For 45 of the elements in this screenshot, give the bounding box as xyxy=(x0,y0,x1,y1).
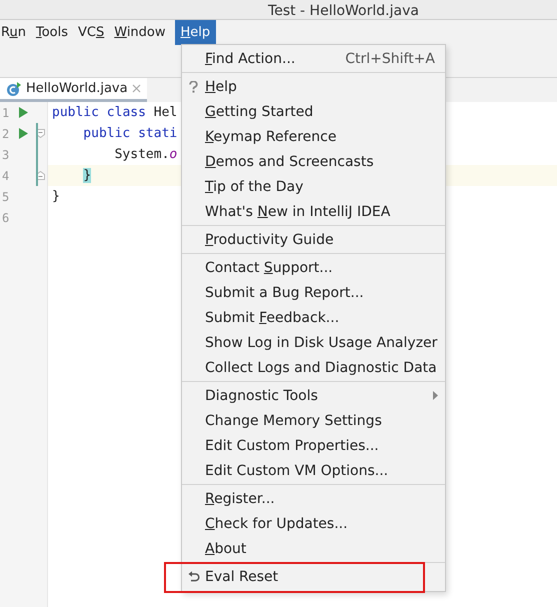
menu-item[interactable]: Check for Updates... xyxy=(182,511,445,536)
run-icon[interactable] xyxy=(19,128,28,139)
menu-item[interactable]: Contact Support... xyxy=(182,255,445,280)
menu-item[interactable]: Collect Logs and Diagnostic Data xyxy=(182,355,445,380)
editor-tab[interactable]: HelloWorld.java xyxy=(0,78,147,102)
undo-icon xyxy=(188,571,200,582)
code-line: System.o xyxy=(114,147,178,162)
menu-item[interactable]: Find Action... Ctrl+Shift+A xyxy=(182,46,445,71)
menu-bar-item[interactable]: VCS xyxy=(76,20,108,45)
menu-item[interactable]: Edit Custom Properties... xyxy=(182,433,445,458)
line-number: 2 xyxy=(1,126,10,140)
menu-item[interactable]: Eval Reset xyxy=(182,564,445,589)
menu-item[interactable]: Show Log in Disk Usage Analyzer xyxy=(182,330,445,355)
menu-bar-item[interactable]: Tools xyxy=(34,20,72,45)
line-number: 3 xyxy=(1,148,10,162)
menu-item[interactable]: Tip of the Day xyxy=(182,174,445,199)
code-line: public class Hel xyxy=(52,105,178,120)
menu-item[interactable]: Help xyxy=(182,74,445,99)
line-number: 6 xyxy=(1,210,10,224)
menu-item[interactable]: Productivity Guide xyxy=(182,227,445,252)
menu-item[interactable]: Register... xyxy=(182,486,445,511)
change-marker xyxy=(36,123,38,186)
menu-bar-item[interactable]: Help xyxy=(174,20,216,45)
menu-item[interactable]: Submit a Bug Report... xyxy=(182,280,445,305)
java-class-icon xyxy=(6,80,22,96)
code-line: public stati xyxy=(83,126,178,141)
menu-item[interactable]: Change Memory Settings xyxy=(182,408,445,433)
menu-bar-item[interactable]: Window xyxy=(113,20,170,45)
menu-item[interactable]: About xyxy=(182,536,445,561)
menu-item[interactable]: Diagnostic Tools xyxy=(182,383,445,408)
line-number: 5 xyxy=(1,190,10,204)
menu-item[interactable]: Getting Started xyxy=(182,99,445,124)
line-number: 1 xyxy=(1,106,10,120)
menu-item[interactable]: What's New in IntelliJ IDEA xyxy=(182,199,445,224)
close-icon[interactable] xyxy=(132,84,141,93)
help-icon xyxy=(189,80,198,92)
menu-item[interactable]: Keymap Reference xyxy=(182,124,445,149)
menu-item[interactable]: Demos and Screencasts xyxy=(182,149,445,174)
line-number: 4 xyxy=(1,168,10,182)
code-line: } xyxy=(52,189,60,204)
menu-bar-item[interactable]: Run xyxy=(0,20,30,45)
window-title: Test - HelloWorld.java xyxy=(268,4,419,19)
menu-item[interactable]: Edit Custom VM Options... xyxy=(182,458,445,483)
menu-item[interactable]: Submit Feedback... xyxy=(182,305,445,330)
run-icon[interactable] xyxy=(19,107,28,118)
